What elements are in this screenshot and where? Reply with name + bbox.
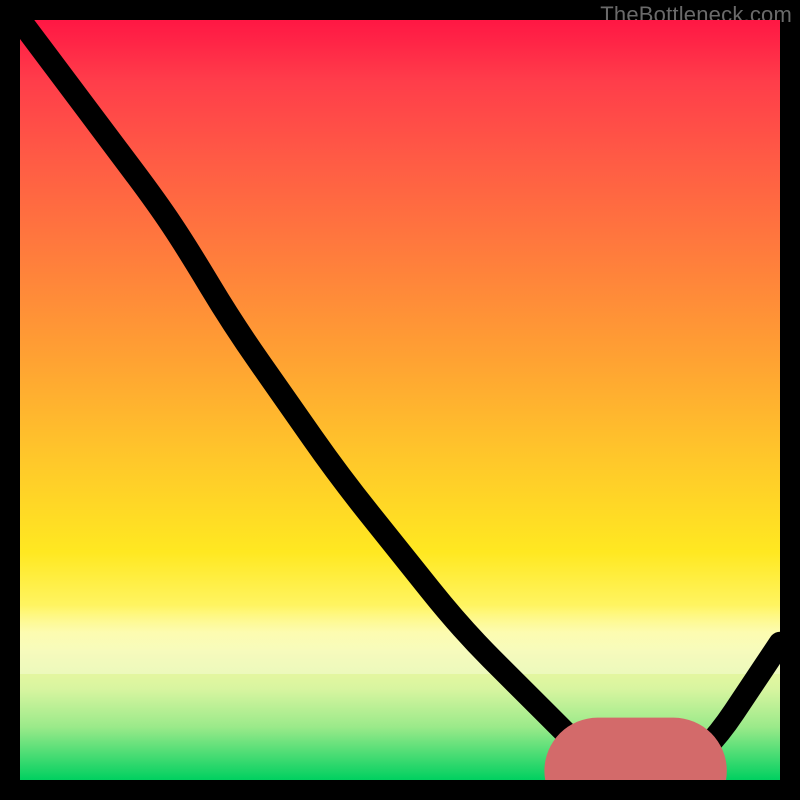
pale-band (20, 605, 780, 673)
chart-overlay (20, 20, 780, 780)
bottleneck-curve (20, 20, 780, 780)
chart-stage: TheBottleneck.com (0, 0, 800, 800)
plot-area (20, 20, 780, 780)
